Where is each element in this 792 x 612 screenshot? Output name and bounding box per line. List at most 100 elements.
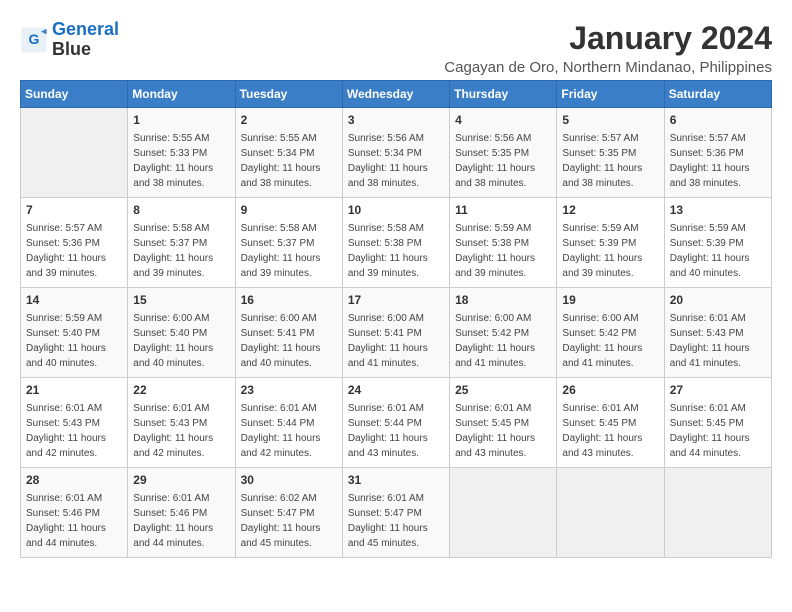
calendar-cell	[450, 468, 557, 558]
calendar-cell: 3 Sunrise: 5:56 AM Sunset: 5:34 PM Daylig…	[342, 108, 449, 198]
weekday-header-sunday: Sunday	[21, 81, 128, 108]
calendar-cell: 8Sunrise: 5:58 AM Sunset: 5:37 PM Daylig…	[128, 198, 235, 288]
day-number: 17	[348, 292, 444, 309]
day-number: 9	[241, 202, 337, 219]
day-number: 29	[133, 472, 229, 489]
calendar-week-row: 21 Sunrise: 6:01 AM Sunset: 5:43 PM Dayli…	[21, 378, 772, 468]
day-number: 21	[26, 382, 122, 399]
day-number: 3	[348, 112, 444, 129]
logo-icon: G	[20, 26, 48, 54]
svg-text:G: G	[29, 31, 40, 47]
day-info: Sunrise: 6:01 AM Sunset: 5:45 PM Dayligh…	[455, 401, 551, 461]
weekday-header-wednesday: Wednesday	[342, 81, 449, 108]
day-number: 19	[562, 292, 658, 309]
day-info: Sunrise: 6:00 AM Sunset: 5:41 PM Dayligh…	[348, 311, 444, 371]
day-number: 25	[455, 382, 551, 399]
day-info: Sunrise: 6:01 AM Sunset: 5:45 PM Dayligh…	[562, 401, 658, 461]
calendar-cell: 2 Sunrise: 5:55 AM Sunset: 5:34 PM Daylig…	[235, 108, 342, 198]
weekday-header-friday: Friday	[557, 81, 664, 108]
day-number: 6	[670, 112, 766, 129]
weekday-header-row: SundayMondayTuesdayWednesdayThursdayFrid…	[21, 81, 772, 108]
calendar-week-row: 28 Sunrise: 6:01 AM Sunset: 5:46 PM Dayli…	[21, 468, 772, 558]
calendar-cell: 25 Sunrise: 6:01 AM Sunset: 5:45 PM Dayli…	[450, 378, 557, 468]
day-info: Sunrise: 5:58 AM Sunset: 5:38 PM Dayligh…	[348, 221, 444, 281]
day-number: 23	[241, 382, 337, 399]
calendar-cell: 30 Sunrise: 6:02 AM Sunset: 5:47 PM Dayli…	[235, 468, 342, 558]
calendar-cell: 15Sunrise: 6:00 AM Sunset: 5:40 PM Dayli…	[128, 288, 235, 378]
day-info: Sunrise: 5:59 AM Sunset: 5:40 PM Dayligh…	[26, 311, 122, 371]
day-info: Sunrise: 5:58 AM Sunset: 5:37 PM Dayligh…	[241, 221, 337, 281]
day-number: 26	[562, 382, 658, 399]
day-info: Sunrise: 6:01 AM Sunset: 5:46 PM Dayligh…	[26, 491, 122, 551]
logo-text: General Blue	[52, 20, 119, 60]
calendar-cell	[21, 108, 128, 198]
calendar-cell: 17 Sunrise: 6:00 AM Sunset: 5:41 PM Dayli…	[342, 288, 449, 378]
calendar-cell: 12Sunrise: 5:59 AM Sunset: 5:39 PM Dayli…	[557, 198, 664, 288]
calendar-cell: 9 Sunrise: 5:58 AM Sunset: 5:37 PM Daylig…	[235, 198, 342, 288]
calendar-cell: 5 Sunrise: 5:57 AM Sunset: 5:35 PM Daylig…	[557, 108, 664, 198]
day-info: Sunrise: 5:59 AM Sunset: 5:39 PM Dayligh…	[670, 221, 766, 281]
day-info: Sunrise: 6:01 AM Sunset: 5:43 PM Dayligh…	[133, 401, 229, 461]
day-number: 2	[241, 112, 337, 129]
day-info: Sunrise: 6:01 AM Sunset: 5:43 PM Dayligh…	[670, 311, 766, 371]
day-number: 11	[455, 202, 551, 219]
day-number: 24	[348, 382, 444, 399]
calendar-cell: 18Sunrise: 6:00 AM Sunset: 5:42 PM Dayli…	[450, 288, 557, 378]
day-number: 14	[26, 292, 122, 309]
day-number: 30	[241, 472, 337, 489]
day-info: Sunrise: 6:02 AM Sunset: 5:47 PM Dayligh…	[241, 491, 337, 551]
calendar-cell: 23 Sunrise: 6:01 AM Sunset: 5:44 PM Dayli…	[235, 378, 342, 468]
title-area: January 2024 Cagayan de Oro, Northern Mi…	[444, 20, 772, 76]
day-info: Sunrise: 6:01 AM Sunset: 5:44 PM Dayligh…	[241, 401, 337, 461]
day-info: Sunrise: 5:59 AM Sunset: 5:38 PM Dayligh…	[455, 221, 551, 281]
day-number: 4	[455, 112, 551, 129]
day-number: 16	[241, 292, 337, 309]
calendar-cell: 1 Sunrise: 5:55 AM Sunset: 5:33 PM Daylig…	[128, 108, 235, 198]
day-number: 1	[133, 112, 229, 129]
day-info: Sunrise: 5:59 AM Sunset: 5:39 PM Dayligh…	[562, 221, 658, 281]
day-info: Sunrise: 5:57 AM Sunset: 5:36 PM Dayligh…	[670, 131, 766, 191]
calendar-cell: 6 Sunrise: 5:57 AM Sunset: 5:36 PM Daylig…	[664, 108, 771, 198]
day-number: 18	[455, 292, 551, 309]
weekday-header-thursday: Thursday	[450, 81, 557, 108]
day-info: Sunrise: 6:01 AM Sunset: 5:45 PM Dayligh…	[670, 401, 766, 461]
calendar-cell: 13 Sunrise: 5:59 AM Sunset: 5:39 PM Dayli…	[664, 198, 771, 288]
day-info: Sunrise: 5:57 AM Sunset: 5:35 PM Dayligh…	[562, 131, 658, 191]
calendar-cell: 22 Sunrise: 6:01 AM Sunset: 5:43 PM Dayli…	[128, 378, 235, 468]
day-number: 22	[133, 382, 229, 399]
logo: G General Blue	[20, 20, 119, 60]
day-number: 8	[133, 202, 229, 219]
day-info: Sunrise: 5:56 AM Sunset: 5:34 PM Dayligh…	[348, 131, 444, 191]
day-number: 5	[562, 112, 658, 129]
day-number: 13	[670, 202, 766, 219]
calendar-week-row: 1 Sunrise: 5:55 AM Sunset: 5:33 PM Daylig…	[21, 108, 772, 198]
day-info: Sunrise: 6:00 AM Sunset: 5:42 PM Dayligh…	[562, 311, 658, 371]
calendar-cell: 24 Sunrise: 6:01 AM Sunset: 5:44 PM Dayli…	[342, 378, 449, 468]
month-title: January 2024	[444, 20, 772, 57]
day-number: 27	[670, 382, 766, 399]
day-info: Sunrise: 6:00 AM Sunset: 5:41 PM Dayligh…	[241, 311, 337, 371]
day-info: Sunrise: 5:56 AM Sunset: 5:35 PM Dayligh…	[455, 131, 551, 191]
calendar-cell	[557, 468, 664, 558]
day-info: Sunrise: 5:57 AM Sunset: 5:36 PM Dayligh…	[26, 221, 122, 281]
day-number: 28	[26, 472, 122, 489]
calendar-table: SundayMondayTuesdayWednesdayThursdayFrid…	[20, 80, 772, 558]
calendar-cell: 21Sunrise: 6:01 AM Sunset: 5:43 PM Dayli…	[21, 378, 128, 468]
calendar-cell: 11 Sunrise: 5:59 AM Sunset: 5:38 PM Dayli…	[450, 198, 557, 288]
weekday-header-tuesday: Tuesday	[235, 81, 342, 108]
calendar-cell: 16 Sunrise: 6:00 AM Sunset: 5:41 PM Dayli…	[235, 288, 342, 378]
location-title: Cagayan de Oro, Northern Mindanao, Phili…	[444, 59, 772, 76]
calendar-cell: 7Sunrise: 5:57 AM Sunset: 5:36 PM Daylig…	[21, 198, 128, 288]
page-header: G General Blue January 2024 Cagayan de O…	[20, 20, 772, 76]
day-info: Sunrise: 6:01 AM Sunset: 5:44 PM Dayligh…	[348, 401, 444, 461]
calendar-cell: 27 Sunrise: 6:01 AM Sunset: 5:45 PM Dayli…	[664, 378, 771, 468]
day-info: Sunrise: 5:55 AM Sunset: 5:33 PM Dayligh…	[133, 131, 229, 191]
calendar-cell	[664, 468, 771, 558]
day-info: Sunrise: 5:55 AM Sunset: 5:34 PM Dayligh…	[241, 131, 337, 191]
day-number: 15	[133, 292, 229, 309]
weekday-header-saturday: Saturday	[664, 81, 771, 108]
calendar-cell: 31Sunrise: 6:01 AM Sunset: 5:47 PM Dayli…	[342, 468, 449, 558]
calendar-cell: 14 Sunrise: 5:59 AM Sunset: 5:40 PM Dayli…	[21, 288, 128, 378]
day-number: 10	[348, 202, 444, 219]
calendar-cell: 28 Sunrise: 6:01 AM Sunset: 5:46 PM Dayli…	[21, 468, 128, 558]
